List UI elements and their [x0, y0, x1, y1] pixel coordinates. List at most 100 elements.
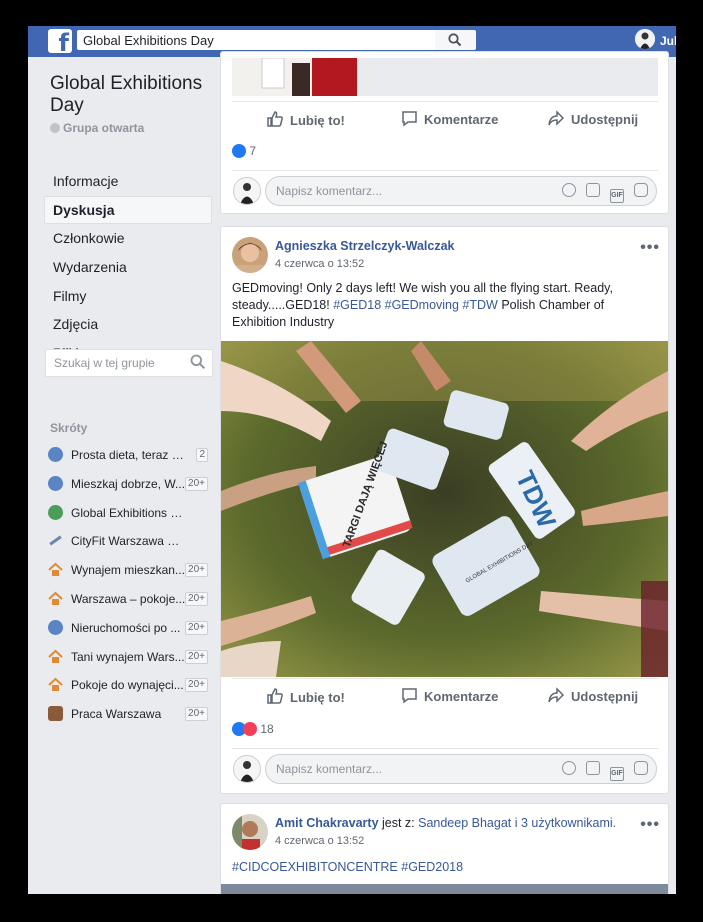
post-card: Amit Chakravarty jest z: Sandeep Bhagat … — [220, 803, 669, 894]
comment-label: Komentarze — [424, 689, 499, 704]
nav-item-czlonkowie[interactable]: Członkowie — [44, 224, 212, 253]
gif-icon[interactable]: GIF — [610, 189, 624, 203]
more-options-icon[interactable]: ••• — [640, 816, 660, 834]
shortcuts-heading: Skróty — [50, 421, 88, 435]
user-avatar[interactable] — [635, 29, 655, 49]
shortcut-item[interactable]: Wynajem mieszkan... 20+ — [48, 554, 212, 583]
like-label: Lubię to! — [290, 113, 345, 128]
house-icon — [48, 562, 63, 577]
shortcut-item[interactable]: CityFit Warszawa Wiatr... — [48, 525, 212, 554]
shortcut-item[interactable]: Warszawa – pokoje... 20+ — [48, 583, 212, 612]
reactions-summary[interactable]: 18 — [232, 722, 274, 736]
comment-tools: GIF — [552, 761, 648, 781]
author-avatar[interactable] — [232, 237, 268, 273]
comment-icon — [402, 111, 417, 127]
shortcut-item[interactable]: Nieruchomości po ... 20+ — [48, 612, 212, 641]
shortcut-badge: 20+ — [185, 707, 208, 722]
reactions-count: 18 — [260, 722, 274, 736]
shortcut-item[interactable]: Global Exhibitions Day — [48, 497, 212, 526]
nav-item-dyskusja[interactable]: Dyskusja — [44, 195, 212, 225]
share-label: Udostępnij — [571, 689, 639, 704]
camera-icon[interactable] — [586, 761, 600, 775]
thumbs-up-icon — [267, 111, 283, 127]
shortcut-label: Tani wynajem Wars... — [71, 649, 185, 664]
group-icon — [48, 619, 63, 635]
search-icon — [190, 354, 206, 370]
post-card: Lubię to! Komentarze Udostępnij 7 Napisz… — [220, 51, 669, 214]
comment-tools: GIF — [552, 183, 648, 203]
post-text: GEDmoving! Only 2 days left! We wish you… — [232, 280, 642, 331]
search-button[interactable] — [435, 30, 476, 50]
author-name-link[interactable]: Agnieszka Strzelczyk-Walczak — [275, 239, 454, 253]
author-avatar[interactable] — [232, 814, 268, 850]
post-timestamp[interactable]: 4 czerwca o 13:52 — [275, 258, 364, 270]
hashtag-link[interactable]: #CIDCOEXHIBITONCENTRE #GED2018 — [232, 860, 463, 874]
group-icon — [48, 447, 63, 462]
gif-icon[interactable]: GIF — [610, 767, 624, 781]
browser-frame: f Global Exhibitions Day Jul Global Exhi… — [28, 26, 676, 894]
shortcut-item[interactable]: Tani wynajem Wars... 20+ — [48, 641, 212, 670]
facebook-logo-icon[interactable]: f — [48, 29, 72, 55]
shortcut-item[interactable]: Mieszkaj dobrze, W... 20+ — [48, 468, 212, 497]
shortcut-label: Global Exhibitions Day — [71, 505, 189, 520]
sticker-icon[interactable] — [634, 761, 648, 775]
share-icon — [548, 110, 565, 126]
hashtag-link[interactable]: #GED18 #GEDmoving #TDW — [333, 298, 498, 312]
post-photo[interactable]: TARGI DAJĄ WIĘCEJ TDW GLOBAL EXHIBITIONS… — [221, 341, 668, 677]
reactions-summary[interactable]: 7 — [232, 144, 256, 158]
group-sidebar: Global Exhibitions Day Grupa otwarta Inf… — [28, 57, 220, 894]
emoji-icon[interactable] — [562, 183, 576, 197]
emoji-icon[interactable] — [562, 761, 576, 775]
share-button[interactable]: Udostępnij — [547, 687, 638, 704]
post-timestamp[interactable]: 4 czerwca o 13:52 — [275, 835, 364, 847]
user-name-link[interactable]: Jul — [660, 34, 676, 48]
sticker-icon[interactable] — [634, 183, 648, 197]
author-name-link[interactable]: Amit Chakravarty — [275, 816, 379, 830]
like-button[interactable]: Lubię to! — [266, 687, 345, 705]
comment-button[interactable]: Komentarze — [401, 687, 498, 704]
group-search-placeholder: Szukaj w tej grupie — [54, 356, 155, 370]
shortcut-label: CityFit Warszawa Wiatr... — [71, 534, 189, 549]
search-input[interactable]: Global Exhibitions Day — [77, 30, 435, 50]
tagged-people-link[interactable]: Sandeep Bhagat i 3 użytkownikami. — [418, 816, 616, 830]
thumbs-up-icon — [267, 688, 283, 704]
like-reaction-icon — [232, 144, 246, 158]
comment-input[interactable]: Napisz komentarz... GIF — [265, 754, 657, 784]
shortcut-item[interactable]: Prosta dieta, teraz ni... 2 — [48, 439, 212, 468]
post-author: Amit Chakravarty jest z: Sandeep Bhagat … — [275, 816, 616, 830]
camera-icon[interactable] — [586, 183, 600, 197]
globe-icon — [50, 123, 60, 133]
share-icon — [548, 687, 565, 703]
comment-input[interactable]: Napisz komentarz... GIF — [265, 176, 657, 206]
shortcut-label: Pokoje do wynajęci... — [71, 678, 184, 693]
nav-item-wydarzenia[interactable]: Wydarzenia — [44, 253, 212, 282]
like-button[interactable]: Lubię to! — [266, 110, 345, 128]
post-actions: Lubię to! Komentarze Udostępnij — [232, 678, 658, 715]
house-icon — [48, 649, 63, 664]
comment-placeholder: Napisz komentarz... — [276, 184, 383, 198]
comment-label: Komentarze — [424, 112, 499, 127]
group-search-input[interactable]: Szukaj w tej grupie — [45, 349, 213, 377]
nav-item-informacje[interactable]: Informacje — [44, 167, 212, 196]
shortcut-label: Warszawa – pokoje... — [71, 591, 186, 606]
group-title[interactable]: Global Exhibitions Day — [50, 73, 210, 117]
post-actions: Lubię to! Komentarze Udostępnij — [232, 101, 658, 138]
post-text: #CIDCOEXHIBITONCENTRE #GED2018 — [232, 859, 642, 876]
share-button[interactable]: Udostępnij — [547, 110, 638, 127]
search-input-value: Global Exhibitions Day — [83, 33, 214, 48]
reactions-count: 7 — [249, 144, 257, 158]
shortcut-item[interactable]: Praca Warszawa 20+ — [48, 698, 212, 727]
house-icon — [48, 677, 63, 692]
comment-composer: Napisz komentarz... GIF — [232, 748, 658, 789]
shortcut-label: Nieruchomości po ... — [71, 620, 181, 635]
comment-button[interactable]: Komentarze — [401, 110, 498, 127]
more-options-icon[interactable]: ••• — [640, 239, 660, 257]
shortcut-label: Praca Warszawa — [71, 707, 162, 722]
love-reaction-icon — [243, 722, 257, 736]
post-photo[interactable] — [221, 884, 668, 894]
nav-item-zdjecia[interactable]: Zdjęcia — [44, 310, 212, 339]
shortcut-item[interactable]: Pokoje do wynajęci... 20+ — [48, 669, 212, 698]
share-label: Udostępnij — [571, 112, 639, 127]
post-photo[interactable] — [232, 58, 658, 96]
nav-item-filmy[interactable]: Filmy — [44, 282, 212, 311]
